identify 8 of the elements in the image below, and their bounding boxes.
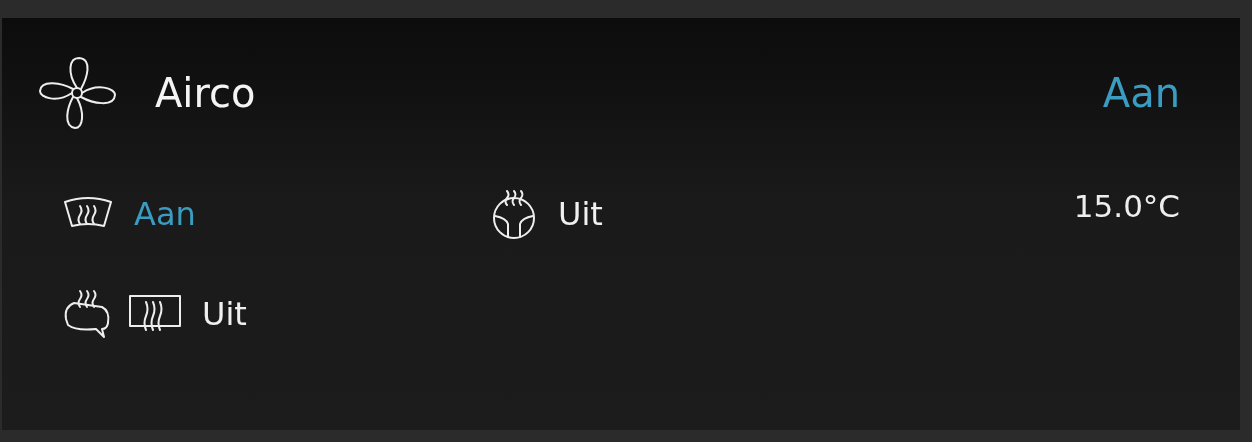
card-title: Airco [155, 70, 257, 116]
status-text: Uit [202, 295, 247, 333]
status-text: Uit [558, 195, 603, 233]
rear-window-defrost-icon [128, 294, 182, 334]
airco-status: Aan [1102, 70, 1180, 116]
status-text: Aan [134, 195, 196, 233]
heated-steering-wheel-icon [490, 188, 538, 240]
temperature-text: 15.0°C [1073, 187, 1180, 226]
